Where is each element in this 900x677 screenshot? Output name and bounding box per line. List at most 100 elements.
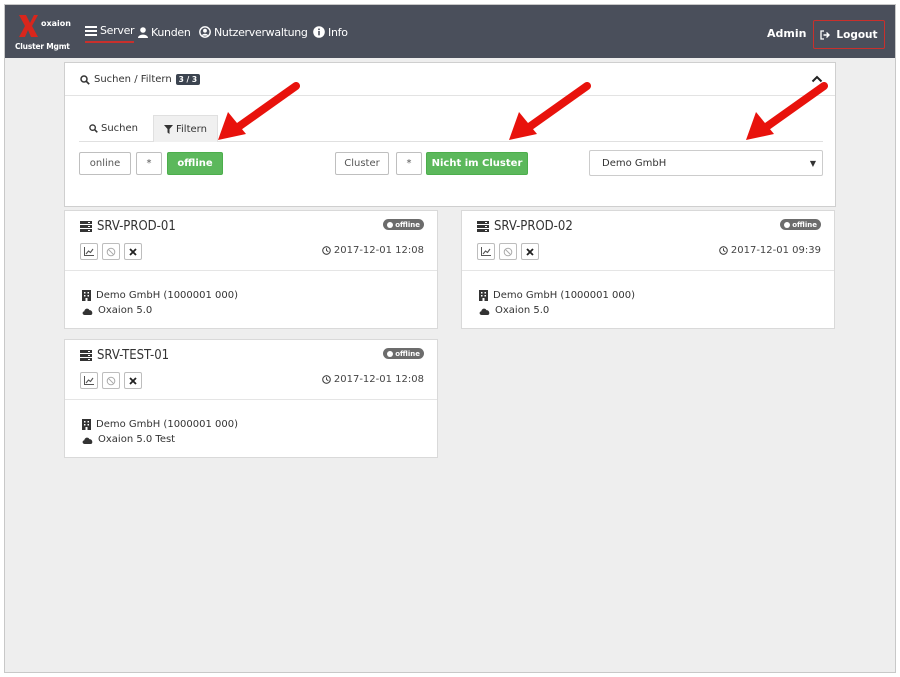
last-seen-time: 2017-12-01 12:08 — [333, 374, 424, 385]
tab-filtern[interactable]: Filtern — [153, 115, 218, 142]
filter-panel-header[interactable]: Suchen / Filtern 3 / 3 — [65, 63, 835, 96]
ban-icon — [503, 247, 513, 256]
tab-label: Filtern — [176, 123, 207, 135]
tab-suchen[interactable]: Suchen — [79, 115, 148, 142]
server-version: Oxaion 5.0 Test — [82, 432, 238, 447]
customer-text: Demo GmbH (1000001 000) — [96, 290, 239, 301]
brand-subtitle: Cluster Mgmt — [15, 42, 70, 51]
status-text: offline — [792, 220, 817, 229]
nav-item-info[interactable]: Info — [313, 21, 348, 43]
server-name[interactable]: SRV-PROD-01 — [80, 219, 176, 234]
status-text: offline — [395, 220, 420, 229]
status-dot-icon — [784, 221, 791, 228]
building-icon — [82, 290, 91, 301]
filter-offline-button[interactable]: offline — [167, 152, 223, 175]
filter-cluster-any-button[interactable]: * — [396, 152, 422, 175]
server-name-text: SRV-PROD-01 — [97, 219, 176, 234]
server-customer: Demo GmbH (1000001 000) — [82, 417, 238, 432]
server-card-header: SRV-PROD-02 offline 2017-12-01 09:39 — [462, 211, 834, 271]
server-customer: Demo GmbH (1000001 000) — [82, 288, 238, 303]
last-seen: 2017-12-01 12:08 — [322, 245, 424, 256]
user-circle-icon — [199, 26, 211, 38]
search-filter-panel: Suchen / Filtern 3 / 3 Suchen Filtern on… — [64, 62, 836, 207]
server-card: SRV-PROD-01 offline 2017-12-01 12:08 Dem… — [64, 210, 438, 329]
server-name[interactable]: SRV-PROD-02 — [477, 219, 573, 234]
nav-item-label: Nutzerverwaltung — [214, 25, 308, 39]
cloud-icon — [479, 308, 490, 315]
server-card-body: Demo GmbH (1000001 000) Oxaion 5.0 — [82, 288, 238, 318]
chevron-up-icon[interactable] — [811, 74, 823, 83]
customer-text: Demo GmbH (1000001 000) — [493, 290, 636, 301]
delete-button[interactable] — [124, 372, 142, 389]
current-user[interactable]: Admin — [767, 27, 806, 40]
status-text: offline — [395, 349, 420, 358]
stats-button[interactable] — [80, 372, 98, 389]
filter-online-button[interactable]: online — [79, 152, 131, 175]
server-icon — [80, 221, 92, 232]
status-dot-icon — [387, 350, 394, 357]
filter-icon — [164, 124, 173, 134]
last-seen-time: 2017-12-01 12:08 — [333, 245, 424, 256]
close-icon — [526, 247, 534, 256]
building-icon — [479, 290, 488, 301]
list-icon — [85, 25, 97, 36]
brand[interactable]: oxaion Cluster Mgmt — [15, 13, 71, 53]
filter-not-in-cluster-button[interactable]: Nicht im Cluster — [426, 152, 528, 175]
clock-icon — [719, 246, 728, 255]
logout-button[interactable]: Logout — [813, 20, 885, 49]
server-name[interactable]: SRV-TEST-01 — [80, 348, 169, 363]
line-chart-icon — [481, 247, 491, 256]
cloud-icon — [82, 308, 93, 315]
status-badge: offline — [383, 348, 424, 359]
nav-item-server[interactable]: Server — [85, 21, 135, 43]
clock-icon — [322, 375, 331, 384]
cloud-icon — [82, 437, 93, 444]
server-actions — [477, 243, 539, 260]
delete-button[interactable] — [124, 243, 142, 260]
search-icon — [89, 124, 98, 133]
customer-select[interactable]: Demo GmbH ▼ — [589, 150, 823, 176]
disconnect-button[interactable] — [102, 243, 120, 260]
status-badge: offline — [383, 219, 424, 230]
close-icon — [129, 247, 137, 256]
server-customer: Demo GmbH (1000001 000) — [479, 288, 635, 303]
brand-name: oxaion — [41, 19, 71, 28]
line-chart-icon — [84, 247, 94, 256]
sign-out-icon — [820, 29, 831, 40]
delete-button[interactable] — [521, 243, 539, 260]
status-dot-icon — [387, 221, 394, 228]
filter-cluster-button[interactable]: Cluster — [335, 152, 389, 175]
nav-item-label: Kunden — [151, 25, 191, 39]
disconnect-button[interactable] — [102, 372, 120, 389]
server-actions — [80, 372, 142, 389]
server-version: Oxaion 5.0 — [82, 303, 238, 318]
server-name-text: SRV-PROD-02 — [494, 219, 573, 234]
version-text: Oxaion 5.0 — [495, 305, 550, 316]
close-icon — [129, 376, 137, 385]
server-name-text: SRV-TEST-01 — [97, 348, 170, 363]
status-badge: offline — [780, 219, 821, 230]
nav-item-label: Server — [100, 24, 135, 37]
customer-select-value: Demo GmbH — [602, 157, 667, 169]
disconnect-button[interactable] — [499, 243, 517, 260]
stats-button[interactable] — [80, 243, 98, 260]
filter-tabs: Suchen Filtern — [79, 115, 823, 142]
building-icon — [82, 419, 91, 430]
filter-status-any-button[interactable]: * — [136, 152, 162, 175]
nav-item-nutzerverwaltung[interactable]: Nutzerverwaltung — [199, 21, 308, 43]
stats-button[interactable] — [477, 243, 495, 260]
last-seen: 2017-12-01 12:08 — [322, 374, 424, 385]
user-icon — [138, 26, 148, 38]
server-card-header: SRV-TEST-01 offline 2017-12-01 12:08 — [65, 340, 437, 400]
customer-text: Demo GmbH (1000001 000) — [96, 419, 239, 430]
server-version: Oxaion 5.0 — [479, 303, 635, 318]
filter-title-text: Suchen / Filtern — [94, 74, 172, 85]
server-icon — [477, 221, 489, 232]
line-chart-icon — [84, 376, 94, 385]
top-navbar: oxaion Cluster Mgmt Server Kunden Nutzer… — [5, 5, 895, 58]
result-count-badge: 3 / 3 — [175, 74, 201, 85]
nav-item-kunden[interactable]: Kunden — [138, 21, 191, 43]
tab-label: Suchen — [101, 123, 139, 134]
search-icon — [80, 74, 90, 85]
ban-icon — [106, 376, 116, 385]
